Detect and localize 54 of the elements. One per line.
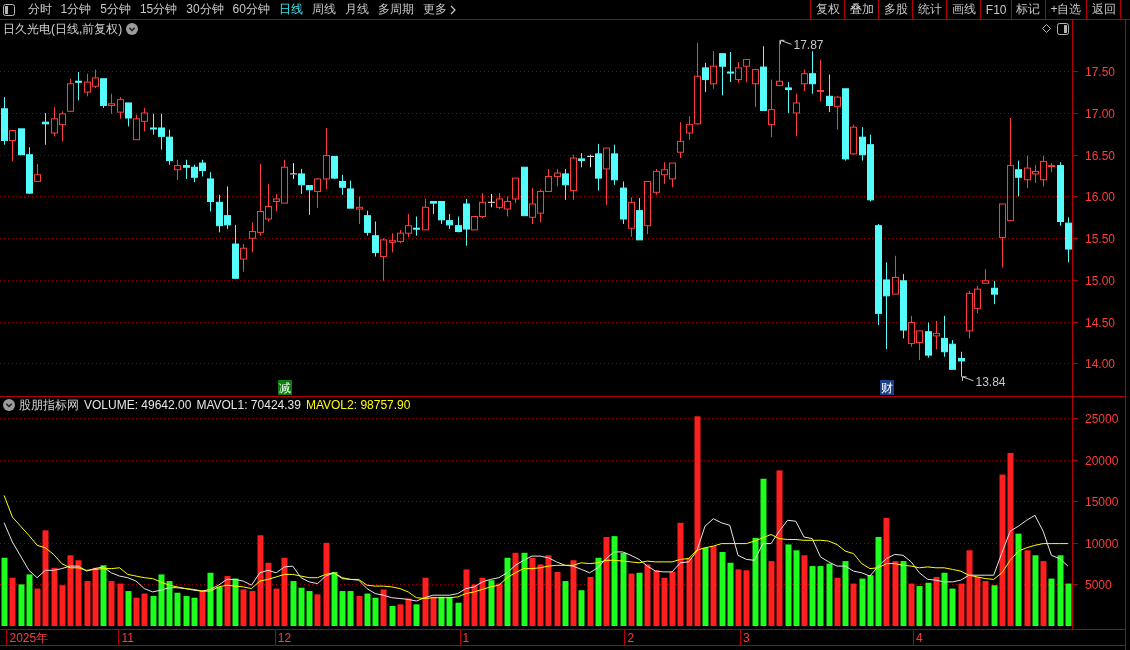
axis-label: 15000 — [1085, 495, 1119, 509]
chevron-circle-icon[interactable] — [3, 399, 15, 411]
more-menu[interactable]: 更多 — [418, 0, 461, 19]
axis-label: 15.50 — [1085, 232, 1116, 246]
period-tab[interactable]: 日线 — [274, 0, 308, 19]
indicator-name: 股朋指标网 — [19, 398, 79, 412]
axis-label: 16.00 — [1085, 190, 1116, 204]
period-tab[interactable]: 15分钟 — [135, 0, 182, 19]
event-badge: 财 — [880, 380, 894, 395]
candle — [677, 121, 684, 159]
sidebar-toggle-icon[interactable] — [3, 3, 15, 16]
candle — [958, 351, 965, 378]
axis-label: 16.50 — [1085, 149, 1116, 163]
axis-label: 17.00 — [1085, 107, 1116, 121]
chart-title: 日久光电(日线,前复权) — [3, 21, 123, 36]
axis-label: 5000 — [1085, 578, 1112, 592]
toolbar-button[interactable]: 画线 — [946, 0, 981, 19]
candle — [991, 280, 998, 305]
period-tab[interactable]: 1分钟 — [56, 0, 96, 19]
arrow-icon — [780, 39, 792, 45]
diamond-icon[interactable] — [1042, 24, 1051, 33]
period-tab[interactable]: 分时 — [23, 0, 56, 19]
legend-value: MAVOL1: 70424.39 — [196, 398, 301, 412]
axis-label: 17.50 — [1085, 65, 1116, 79]
legend-value: VOLUME: 49642.00 — [84, 398, 192, 412]
toolbar-button[interactable]: 多股 — [878, 0, 913, 19]
low-price-label: 13.84 — [975, 374, 1006, 389]
toolbar-button[interactable]: 复权 — [810, 0, 845, 19]
toolbar-button[interactable]: F10 — [980, 0, 1011, 19]
period-tab[interactable]: 30分钟 — [181, 0, 229, 19]
toolbar-button[interactable]: 返回 — [1086, 0, 1120, 19]
axis-label: 14.00 — [1085, 357, 1116, 371]
toolbar-button[interactable]: 叠加 — [844, 0, 879, 19]
axis-label: 20000 — [1085, 454, 1119, 468]
chevron-circle-icon[interactable] — [126, 22, 139, 35]
period-tab[interactable]: 60分钟 — [228, 0, 275, 19]
toolbar-button[interactable]: 标记 — [1011, 0, 1045, 19]
period-tab[interactable]: 月线 — [340, 0, 374, 19]
axis-label: 10000 — [1085, 537, 1119, 551]
toolbar-button[interactable]: 统计 — [912, 0, 947, 19]
arrow-icon — [962, 376, 974, 382]
panel-toggle-icon[interactable] — [1057, 22, 1069, 35]
legend-value: MAVOL2: 98757.90 — [305, 398, 411, 412]
period-tab[interactable]: 5分钟 — [95, 0, 136, 19]
axis-label: 15.00 — [1085, 274, 1116, 288]
axis-label: 14.50 — [1085, 316, 1116, 330]
candle — [42, 112, 49, 146]
period-tab[interactable]: 多周期 — [373, 0, 419, 19]
event-badge: 减 — [278, 380, 292, 395]
chevron-right-icon — [449, 4, 456, 15]
toolbar-button[interactable]: +自选 — [1045, 0, 1086, 19]
high-price-label: 17.87 — [793, 38, 824, 53]
period-tab[interactable]: 周线 — [307, 0, 341, 19]
axis-label: 25000 — [1085, 413, 1119, 426]
